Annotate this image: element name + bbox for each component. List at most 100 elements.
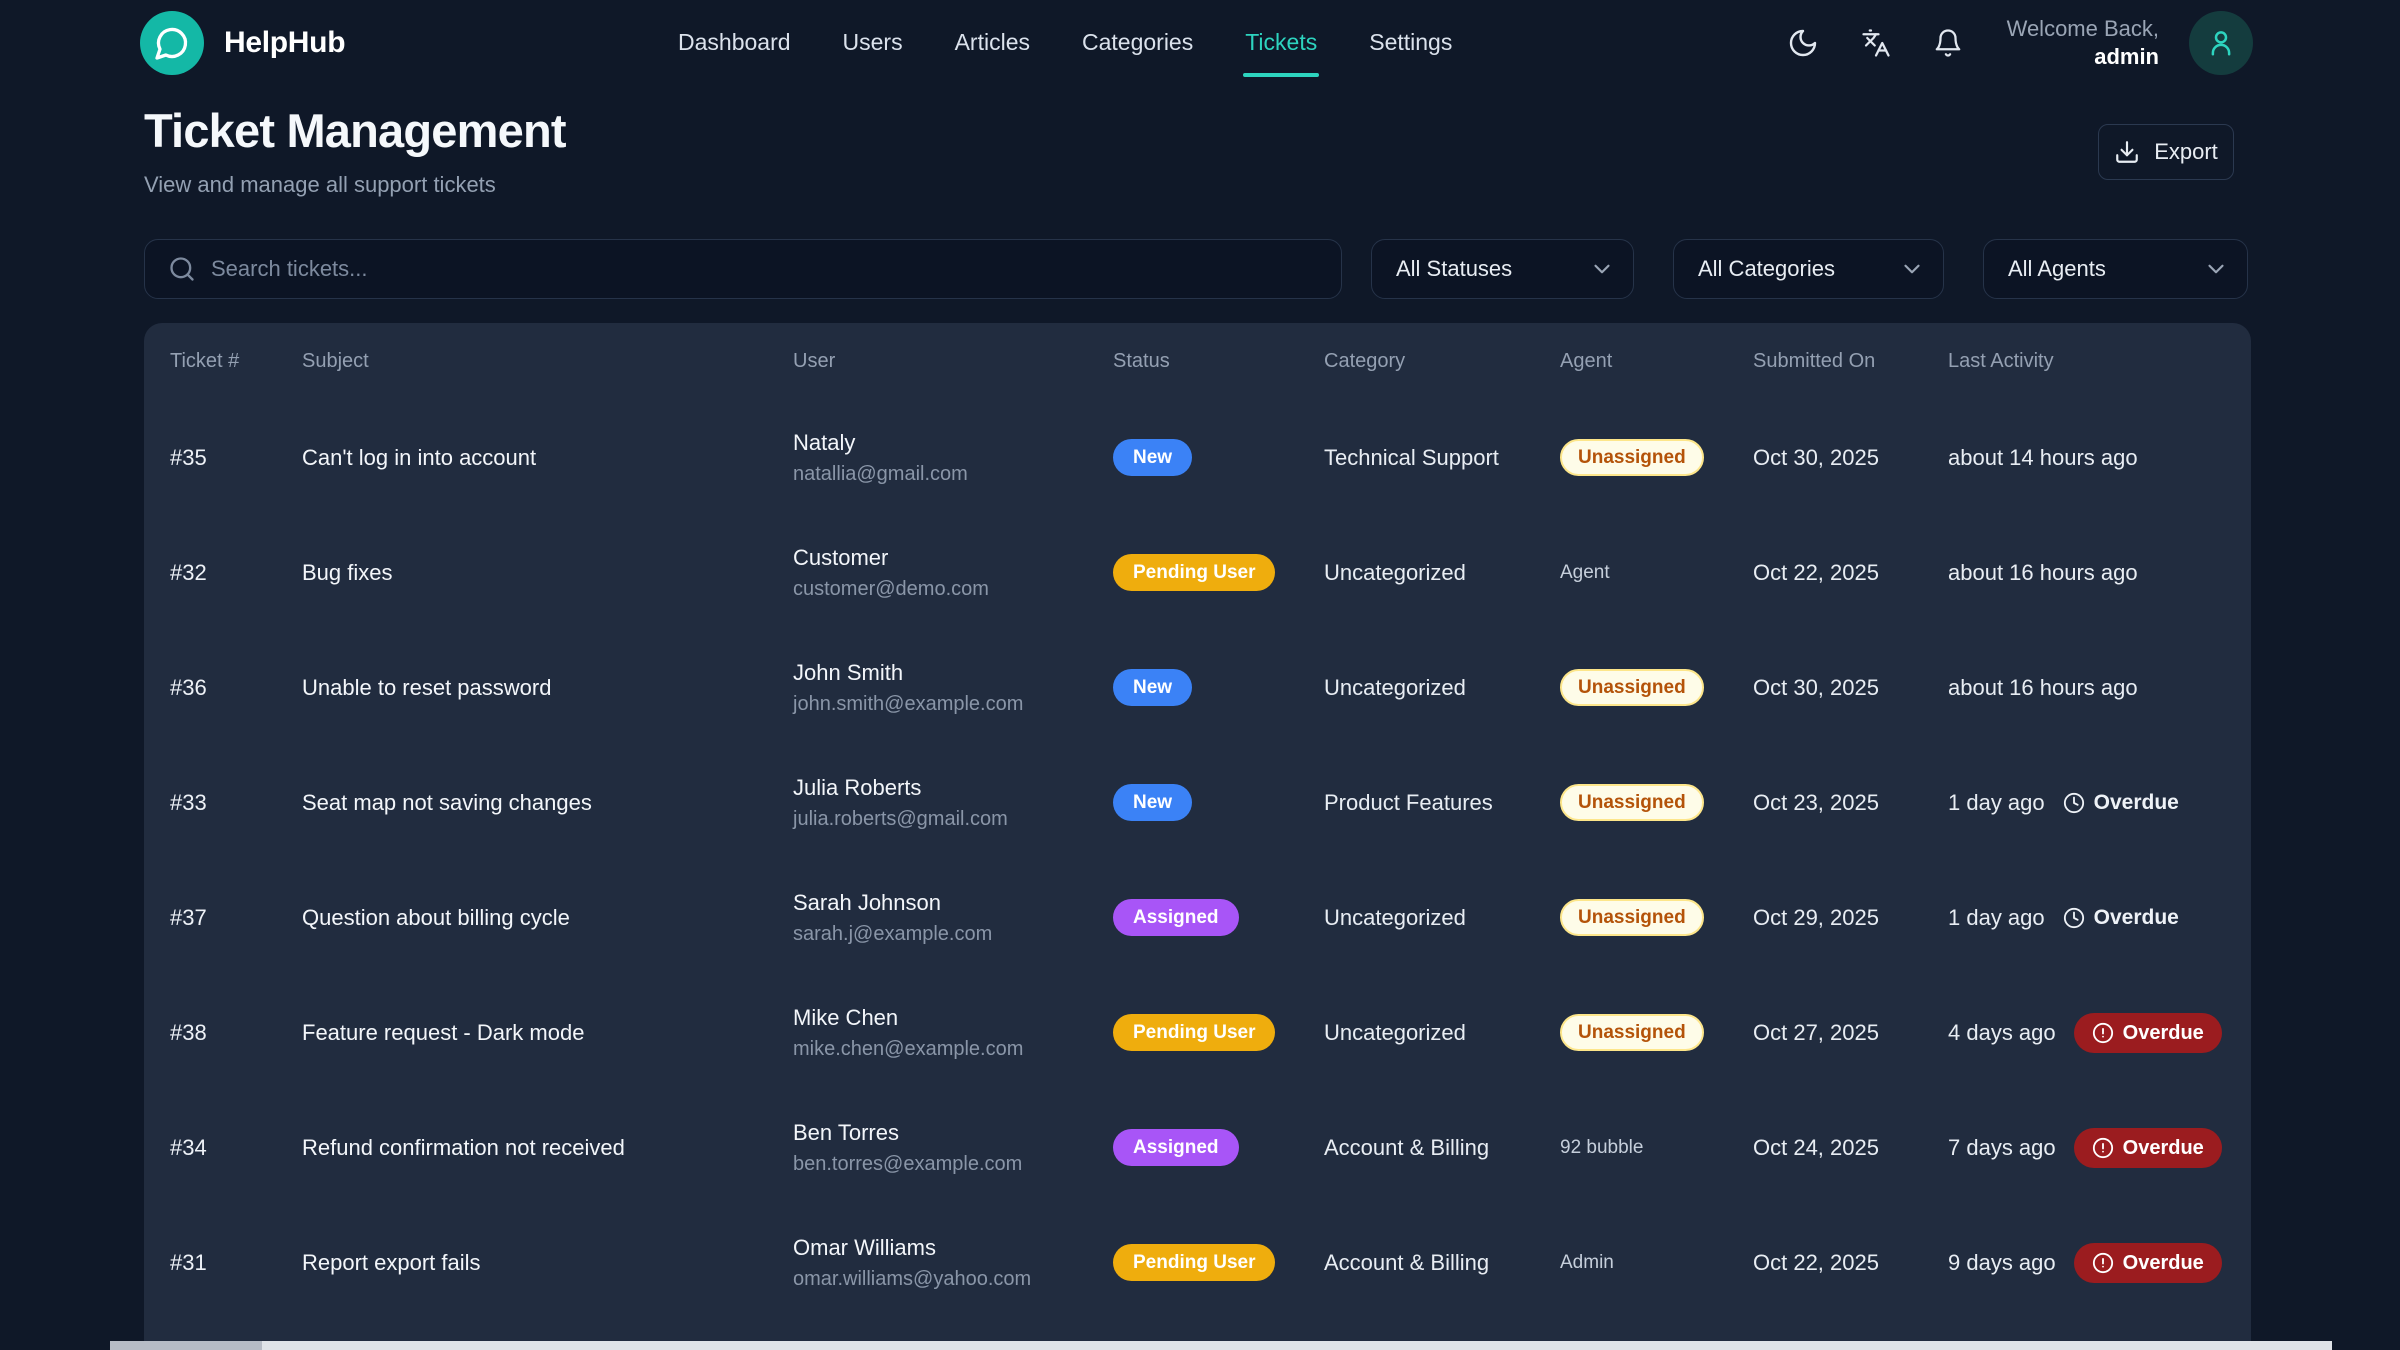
nav-item-articles[interactable]: Articles xyxy=(953,0,1032,85)
ticket-agent-cell: Agent xyxy=(1560,562,1753,584)
table-row[interactable]: #31 Report export fails Omar Williams om… xyxy=(144,1205,2251,1320)
column-header: User xyxy=(793,350,1113,373)
table-row[interactable]: #32 Bug fixes Customer customer@demo.com… xyxy=(144,515,2251,630)
last-activity-cell: about 14 hours ago xyxy=(1948,445,2231,471)
theme-toggle-button[interactable] xyxy=(1781,21,1825,65)
ticket-status-cell: New xyxy=(1113,784,1324,821)
ticket-subject: Question about billing cycle xyxy=(302,905,793,931)
user-name: Customer xyxy=(793,545,1113,571)
agent-unassigned-badge: Unassigned xyxy=(1560,439,1704,476)
username-text: admin xyxy=(2007,43,2159,71)
status-badge: Pending User xyxy=(1113,1014,1275,1051)
last-activity-time: about 16 hours ago xyxy=(1948,560,2138,586)
ticket-category: Account & Billing xyxy=(1324,1250,1560,1276)
overdue-badge: Overdue xyxy=(2074,1013,2222,1053)
status-badge: Assigned xyxy=(1113,1129,1239,1166)
welcome-block: Welcome Back, admin xyxy=(2007,15,2159,70)
search-box xyxy=(144,239,1342,299)
user-name: John Smith xyxy=(793,660,1113,686)
export-button[interactable]: Export xyxy=(2098,124,2234,180)
ticket-id: #38 xyxy=(170,1020,302,1046)
main-nav: Dashboard Users Articles Categories Tickets S… xyxy=(676,0,1454,85)
overdue-label: Overdue xyxy=(2094,791,2179,815)
table-row[interactable]: #37 Question about billing cycle Sarah J… xyxy=(144,860,2251,975)
ticket-status-cell: Assigned xyxy=(1113,899,1324,936)
avatar[interactable] xyxy=(2189,11,2253,75)
status-badge: New xyxy=(1113,669,1192,706)
brand-name: HelpHub xyxy=(224,26,345,60)
moon-icon xyxy=(1787,27,1819,59)
ticket-user: Customer customer@demo.com xyxy=(793,545,1113,601)
table-row[interactable]: #38 Feature request - Dark mode Mike Che… xyxy=(144,975,2251,1090)
table-body: #35 Can't log in into account Nataly nat… xyxy=(144,400,2251,1320)
table-row[interactable]: #35 Can't log in into account Nataly nat… xyxy=(144,400,2251,515)
ticket-id: #36 xyxy=(170,675,302,701)
agent-unassigned-badge: Unassigned xyxy=(1560,1014,1704,1051)
ticket-agent-cell: Unassigned xyxy=(1560,1014,1753,1051)
table-row[interactable]: #36 Unable to reset password John Smith … xyxy=(144,630,2251,745)
status-filter-dropdown[interactable]: All Statuses xyxy=(1371,239,1634,299)
user-email: omar.williams@yahoo.com xyxy=(793,1268,1113,1291)
notifications-button[interactable] xyxy=(1927,22,1969,64)
submitted-date: Oct 30, 2025 xyxy=(1753,445,1948,471)
last-activity-cell: 9 days ago Overdue xyxy=(1948,1243,2231,1283)
nav-item-dashboard[interactable]: Dashboard xyxy=(676,0,793,85)
submitted-date: Oct 22, 2025 xyxy=(1753,1250,1948,1276)
horizontal-scrollbar[interactable] xyxy=(110,1341,2332,1350)
nav-item-categories[interactable]: Categories xyxy=(1080,0,1195,85)
last-activity-time: about 16 hours ago xyxy=(1948,675,2138,701)
search-icon xyxy=(168,255,196,283)
ticket-agent-cell: Unassigned xyxy=(1560,784,1753,821)
agent-name: Admin xyxy=(1560,1252,1614,1273)
table-row[interactable]: #34 Refund confirmation not received Ben… xyxy=(144,1090,2251,1205)
table-row[interactable]: #33 Seat map not saving changes Julia Ro… xyxy=(144,745,2251,860)
submitted-date: Oct 29, 2025 xyxy=(1753,905,1948,931)
last-activity-time: 1 day ago xyxy=(1948,790,2045,816)
category-filter-value: All Categories xyxy=(1698,256,1835,282)
submitted-date: Oct 22, 2025 xyxy=(1753,560,1948,586)
chevron-down-icon xyxy=(1589,256,1615,282)
download-icon xyxy=(2114,139,2140,165)
topbar: HelpHub Dashboard Users Articles Categories… xyxy=(0,0,2400,85)
ticket-subject: Refund confirmation not received xyxy=(302,1135,793,1161)
last-activity-cell: 4 days ago Overdue xyxy=(1948,1013,2231,1053)
ticket-subject: Bug fixes xyxy=(302,560,793,586)
nav-item-settings[interactable]: Settings xyxy=(1367,0,1454,85)
last-activity-time: 7 days ago xyxy=(1948,1135,2056,1161)
last-activity-cell: about 16 hours ago xyxy=(1948,560,2231,586)
status-badge: New xyxy=(1113,784,1192,821)
column-header: Last Activity xyxy=(1948,350,2231,373)
ticket-agent-cell: Unassigned xyxy=(1560,439,1753,476)
overdue-label: Overdue xyxy=(2094,906,2179,930)
user-name: Mike Chen xyxy=(793,1005,1113,1031)
last-activity-cell: 1 day ago Overdue xyxy=(1948,790,2231,816)
ticket-category: Uncategorized xyxy=(1324,675,1560,701)
table-header-row: Ticket #SubjectUserStatusCategoryAgentSu… xyxy=(144,323,2251,400)
last-activity-cell: 1 day ago Overdue xyxy=(1948,905,2231,931)
ticket-user: Mike Chen mike.chen@example.com xyxy=(793,1005,1113,1061)
translate-icon xyxy=(1861,28,1891,58)
overdue-label: Overdue xyxy=(2123,1138,2204,1158)
tickets-table: Ticket #SubjectUserStatusCategoryAgentSu… xyxy=(144,323,2251,1350)
nav-item-tickets[interactable]: Tickets xyxy=(1243,0,1319,85)
welcome-text: Welcome Back, xyxy=(2007,15,2159,43)
chevron-down-icon xyxy=(1899,256,1925,282)
ticket-user: Julia Roberts julia.roberts@gmail.com xyxy=(793,775,1113,831)
brand[interactable]: HelpHub xyxy=(140,0,345,85)
scrollbar-thumb[interactable] xyxy=(110,1341,262,1350)
overdue-indicator: Overdue xyxy=(2063,906,2179,930)
agent-name: Agent xyxy=(1560,562,1610,583)
status-badge: Pending User xyxy=(1113,1244,1275,1281)
category-filter-dropdown[interactable]: All Categories xyxy=(1673,239,1944,299)
last-activity-time: 1 day ago xyxy=(1948,905,2045,931)
last-activity-cell: about 16 hours ago xyxy=(1948,675,2231,701)
submitted-date: Oct 30, 2025 xyxy=(1753,675,1948,701)
language-button[interactable] xyxy=(1855,22,1897,64)
agent-filter-dropdown[interactable]: All Agents xyxy=(1983,239,2248,299)
column-header: Submitted On xyxy=(1753,350,1948,373)
ticket-subject: Unable to reset password xyxy=(302,675,793,701)
search-input[interactable] xyxy=(144,239,1342,299)
nav-item-users[interactable]: Users xyxy=(841,0,905,85)
agent-name: 92 bubble xyxy=(1560,1137,1643,1158)
ticket-status-cell: New xyxy=(1113,439,1324,476)
